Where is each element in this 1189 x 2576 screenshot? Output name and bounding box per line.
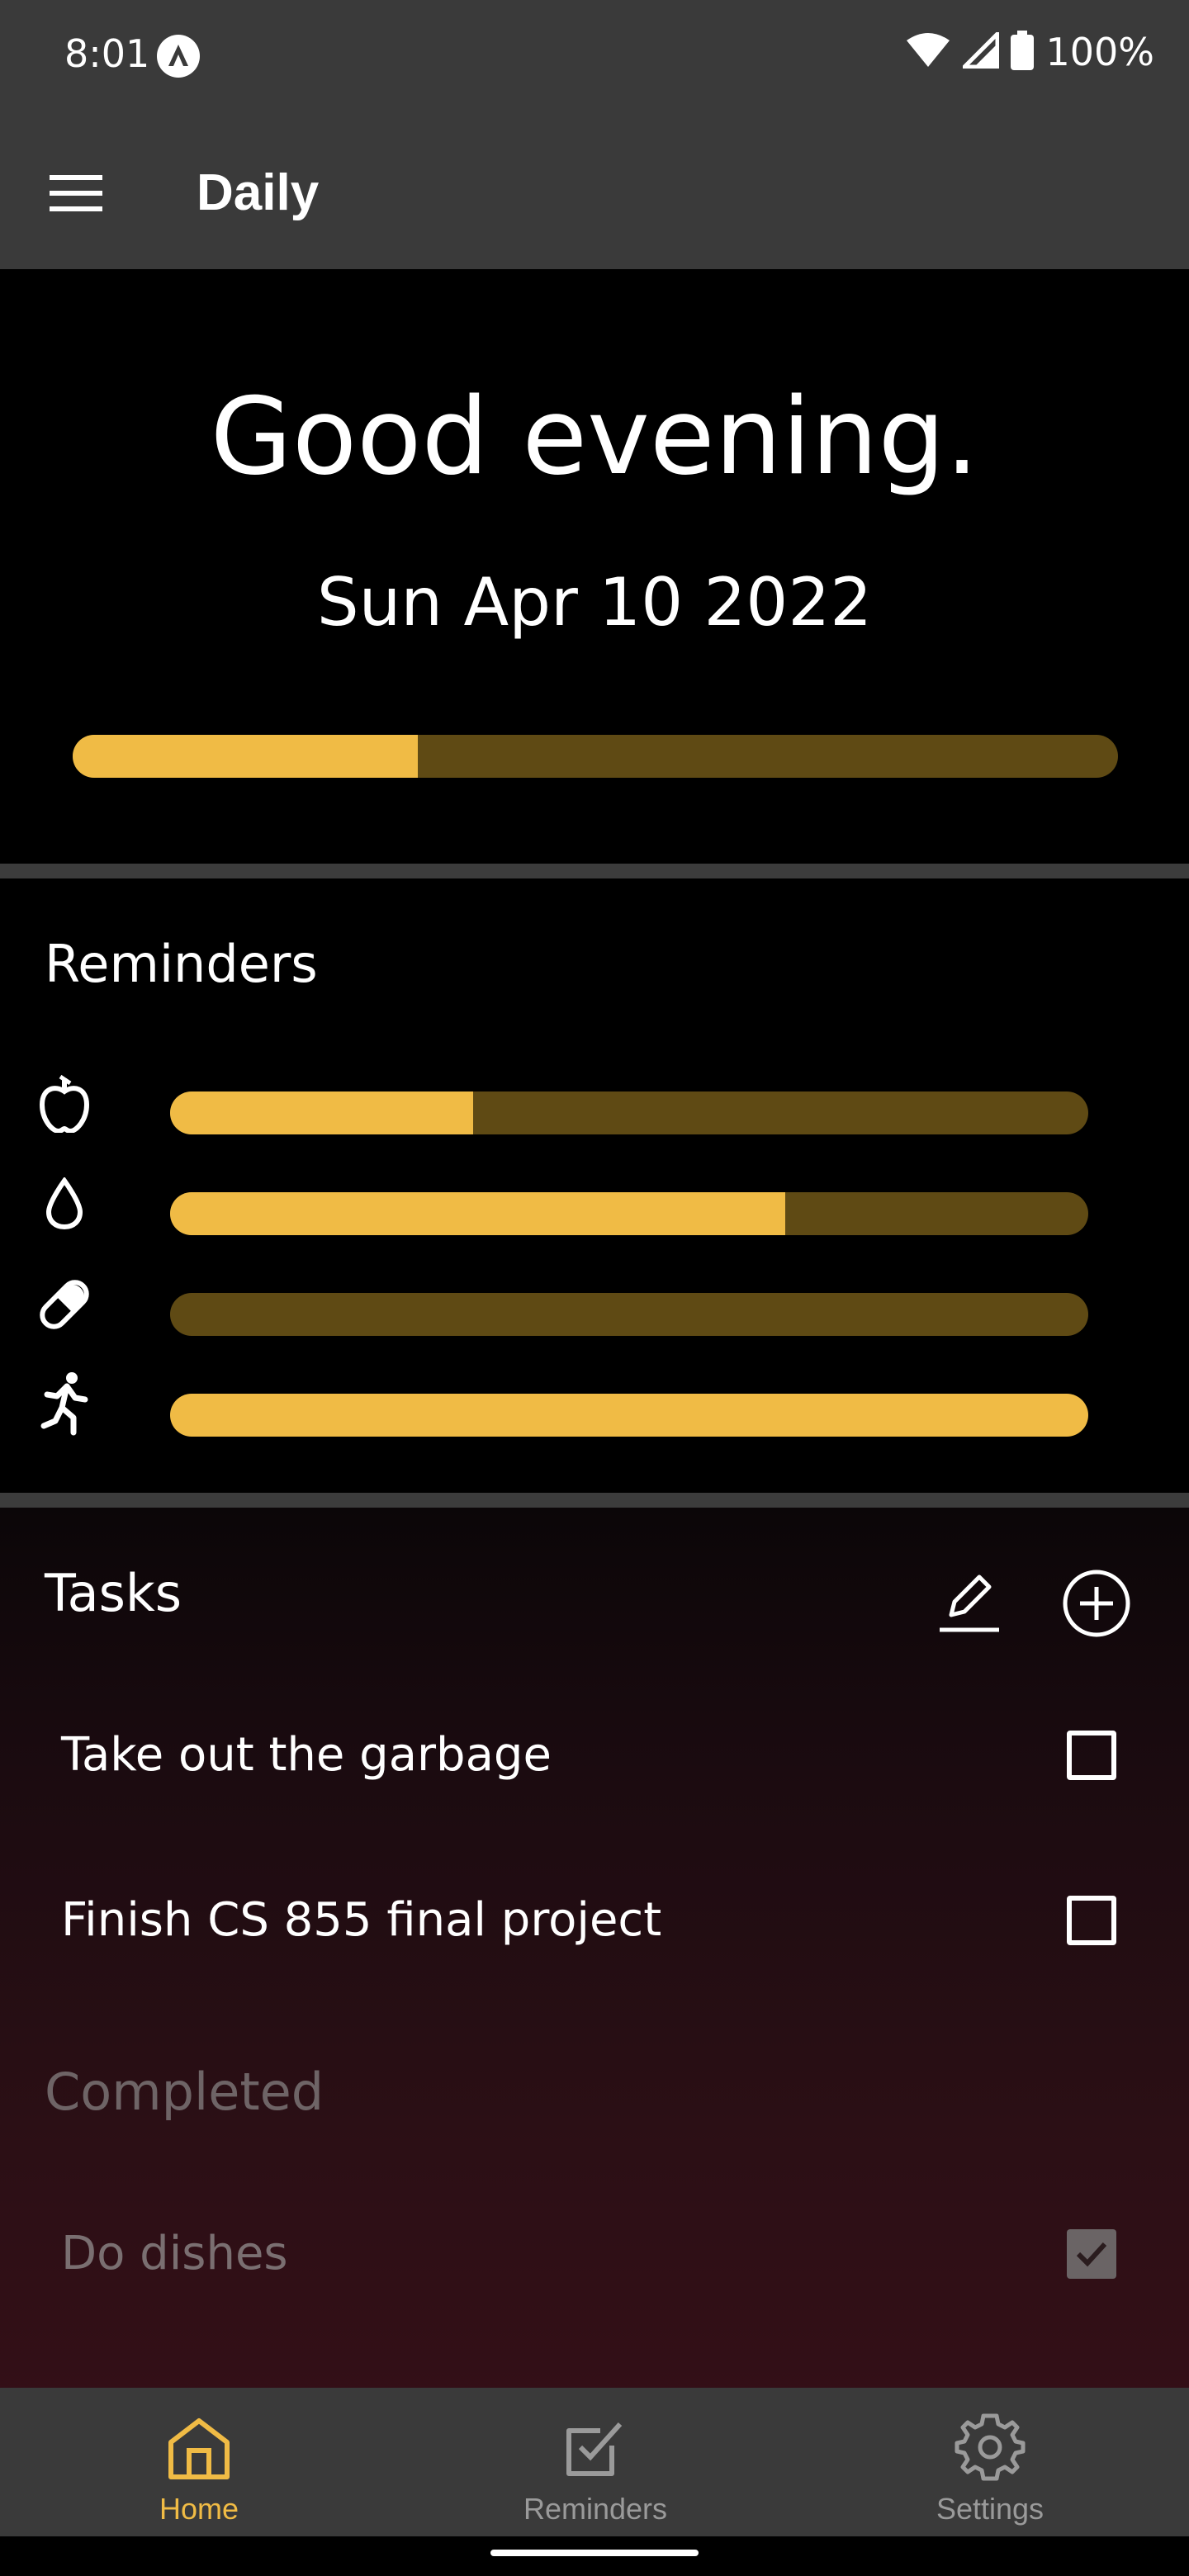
status-indicators: 100% [905, 28, 1154, 74]
running-icon [31, 1371, 97, 1437]
battery-icon [1011, 31, 1035, 73]
tasks-title: Tasks [45, 1563, 182, 1623]
edit-tasks-button[interactable] [936, 1569, 1002, 1635]
reminders-title: Reminders [45, 934, 318, 994]
task-checkbox[interactable] [1067, 1731, 1116, 1780]
page-title: Daily [197, 164, 320, 221]
date-text: Sun Apr 10 2022 [316, 564, 873, 641]
app-bar [0, 107, 1189, 269]
apple-icon [31, 1070, 97, 1136]
apple-reminder-progress-bar [170, 1091, 1088, 1134]
gear-icon [866, 2406, 1114, 2488]
checkmark-icon [1076, 2242, 1107, 2267]
completed-task-label: Do dishes [61, 2227, 288, 2280]
nav-home-label: Home [159, 2492, 239, 2526]
water-drop-icon [31, 1171, 97, 1237]
completed-task-checkbox[interactable] [1067, 2229, 1116, 2279]
pencil-icon [940, 1574, 999, 1632]
nav-home[interactable]: Home [75, 2388, 323, 2536]
exercise-reminder-progress-bar [170, 1394, 1088, 1437]
menu-button[interactable] [45, 162, 107, 225]
nav-settings-label: Settings [936, 2492, 1045, 2526]
greeting-text: Good evening. [210, 376, 979, 499]
pill-icon [31, 1271, 97, 1338]
add-circle-icon [1063, 1570, 1130, 1637]
completed-title: Completed [45, 2062, 324, 2122]
nav-settings[interactable]: Settings [866, 2388, 1114, 2536]
section-divider [0, 864, 1189, 878]
add-task-button[interactable] [1062, 1569, 1131, 1638]
day-progress-bar [73, 735, 1118, 778]
status-time: 8:01 [64, 31, 150, 76]
battery-percentage: 100% [1045, 30, 1154, 74]
gesture-navigation-handle[interactable] [490, 2550, 699, 2556]
wifi-icon [905, 32, 951, 72]
task-item-label: Take out the garbage [61, 1728, 552, 1782]
section-divider [0, 1493, 1189, 1508]
gesture-area [0, 2536, 1189, 2576]
pill-reminder-progress-bar [170, 1293, 1088, 1336]
notification-app-icon [157, 35, 200, 78]
task-item-label: Finish CS 855 final project [61, 1893, 662, 1947]
water-reminder-progress-fill [170, 1192, 786, 1235]
water-reminder-progress-bar [170, 1192, 1088, 1235]
exercise-reminder-progress-fill [170, 1394, 1088, 1437]
apple-reminder-progress-fill [170, 1091, 473, 1134]
signal-icon [959, 28, 1000, 72]
checkbox-icon [471, 2406, 719, 2488]
home-icon [75, 2406, 323, 2488]
nav-reminders-label: Reminders [523, 2492, 668, 2526]
hamburger-menu-icon [50, 175, 102, 211]
task-checkbox[interactable] [1067, 1896, 1116, 1945]
nav-reminders[interactable]: Reminders [471, 2388, 719, 2536]
day-progress-fill [73, 735, 418, 778]
